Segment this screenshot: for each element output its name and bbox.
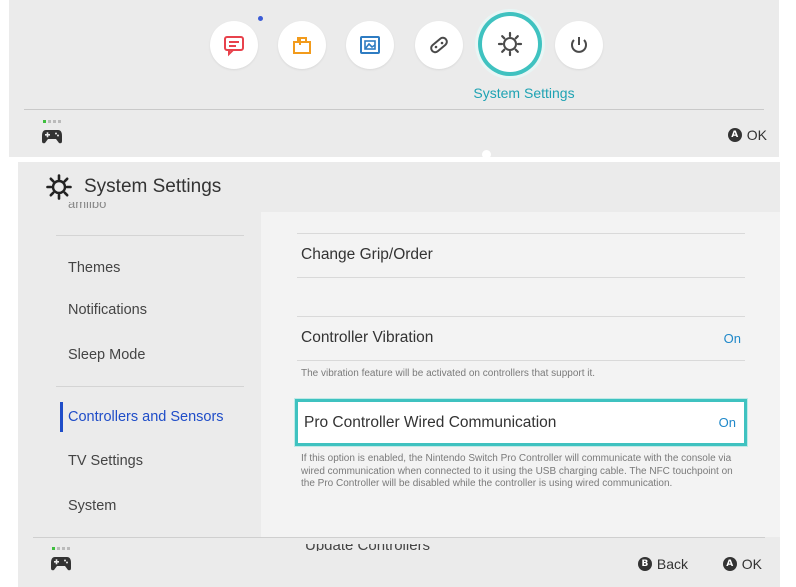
news-icon [224, 36, 244, 57]
home-menu-panel: System Settings A OK [9, 0, 779, 157]
sidebar-item-sleep-mode[interactable]: Sleep Mode [68, 347, 145, 363]
settings-content: Change Grip/Order Controller Vibration O… [261, 212, 780, 551]
sidebar-item-notifications[interactable]: Notifications [68, 302, 147, 318]
pro-controller-wired-communication-description: If this option is enabled, the Nintendo … [301, 453, 733, 489]
eshop-button[interactable] [278, 21, 326, 69]
selected-app-caption: System Settings [473, 85, 575, 101]
back-hint[interactable]: B Back [637, 556, 688, 572]
ok-label: OK [746, 127, 767, 143]
back-label: Back [656, 556, 688, 572]
active-item-marker [60, 402, 63, 432]
sidebar-item-amiibo-peek[interactable]: amiibo [68, 202, 106, 212]
eshop-icon [293, 37, 311, 54]
player-indicator [52, 547, 70, 550]
home-pointer-dot [482, 150, 491, 159]
news-button[interactable] [210, 21, 258, 69]
player-indicator [43, 120, 61, 123]
divider [56, 386, 244, 387]
gamepad-icon [42, 130, 62, 144]
home-icon-row: System Settings [9, 0, 779, 110]
controller-vibration-item[interactable]: Controller Vibration On [297, 316, 745, 360]
pro-controller-wired-communication-value: On [718, 415, 736, 430]
divider [297, 360, 745, 361]
pro-controller-wired-communication-item[interactable]: Pro Controller Wired Communication On [295, 399, 747, 446]
settings-sidebar: amiibo Themes Notifications Sleep Mode C… [18, 202, 261, 537]
album-button[interactable] [346, 21, 394, 69]
ok-hint[interactable]: A OK [727, 127, 767, 143]
page-title: System Settings [84, 176, 222, 197]
gear-icon [46, 174, 72, 200]
power-icon [571, 37, 587, 53]
power-button[interactable] [555, 21, 603, 69]
system-settings-icon [497, 31, 523, 57]
change-grip-order-item[interactable]: Change Grip/Order [297, 233, 745, 277]
controller-vibration-description: The vibration feature will be activated … [301, 368, 596, 379]
controller-vibration-label: Controller Vibration [301, 329, 434, 346]
divider [56, 235, 244, 236]
b-button-icon: B [637, 557, 652, 571]
system-settings-button[interactable] [482, 16, 538, 72]
a-button-icon: A [727, 128, 742, 142]
system-settings-panel: System Settings amiibo Themes Notificati… [18, 162, 780, 587]
ok-label: OK [741, 556, 762, 572]
change-grip-order-label: Change Grip/Order [301, 246, 433, 263]
settings-footer-bar: B Back A OK [18, 538, 780, 587]
divider [297, 277, 745, 278]
controllers-button[interactable] [415, 21, 463, 69]
pro-controller-wired-communication-label: Pro Controller Wired Communication [304, 413, 557, 431]
sidebar-item-controllers-and-sensors[interactable]: Controllers and Sensors [68, 409, 224, 425]
sidebar-item-themes[interactable]: Themes [68, 260, 120, 276]
album-icon [360, 36, 380, 54]
controllers-icon [430, 36, 448, 54]
a-button-icon: A [722, 557, 737, 571]
home-footer-bar: A OK [9, 110, 779, 157]
ok-hint[interactable]: A OK [722, 556, 762, 572]
settings-header: System Settings [18, 162, 780, 212]
sidebar-item-tv-settings[interactable]: TV Settings [68, 453, 143, 469]
controller-vibration-value: On [723, 330, 741, 346]
sidebar-item-system[interactable]: System [68, 498, 116, 514]
gamepad-icon [51, 557, 71, 571]
new-notification-badge [258, 16, 263, 21]
